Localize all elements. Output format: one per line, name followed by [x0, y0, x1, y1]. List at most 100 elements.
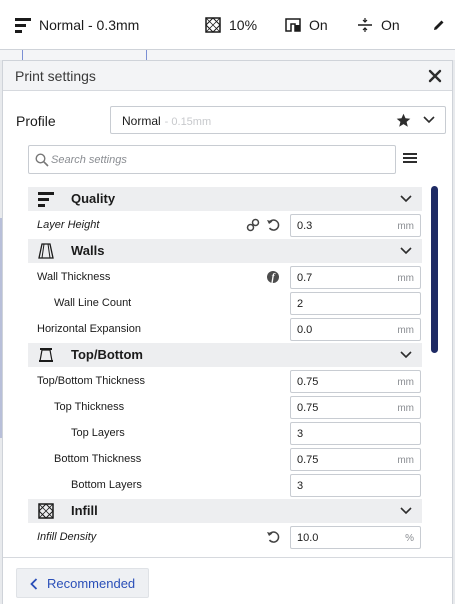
setting-layer-height: Layer Height 0.3 mm	[28, 213, 422, 237]
wall-line-count-input[interactable]: 2	[290, 292, 421, 315]
setting-top-bottom-thickness: Top/Bottom Thickness 0.75 mm	[28, 369, 422, 393]
profile-dropdown[interactable]: Normal - 0.15mm	[110, 106, 446, 134]
info-icon[interactable]: f	[266, 270, 280, 284]
hamburger-icon[interactable]	[403, 152, 417, 164]
setting-infill-density: Infill Density 10.0 %	[28, 525, 422, 549]
recommended-button[interactable]: Recommended	[16, 568, 149, 598]
wall-thickness-input[interactable]: 0.7 mm	[290, 266, 421, 289]
category-quality[interactable]: Quality	[28, 187, 422, 211]
adhesion-icon	[358, 18, 372, 32]
setting-label: Top/Bottom Thickness	[37, 375, 146, 387]
profile-layer-height: - 0.15mm	[164, 116, 212, 128]
field-value: 0.75	[297, 402, 319, 414]
reset-icon[interactable]	[266, 530, 280, 544]
profile-label: Normal - 0.3mm	[39, 17, 140, 33]
print-settings-panel: Print settings Profile Normal - 0.15mm S…	[2, 60, 453, 604]
field-value: 0.3	[297, 220, 313, 232]
field-value: 0.75	[297, 376, 319, 388]
top-toolbar: Normal - 0.3mm 10% On On	[0, 0, 455, 50]
field-value: 10.0	[297, 532, 319, 544]
top-bottom-thickness-input[interactable]: 0.75 mm	[290, 370, 421, 393]
settings-list: Quality Layer Height 0.3 mm Walls Wall T…	[28, 187, 422, 555]
top-layers-input[interactable]: 3	[290, 422, 421, 445]
layers-icon	[15, 18, 31, 33]
setting-horizontal-expansion: Horizontal Expansion 0.0 mm	[28, 317, 422, 341]
field-unit: mm	[397, 377, 414, 388]
chevron-left-icon	[30, 578, 38, 590]
panel-header: Print settings	[3, 61, 452, 91]
setting-label: Top Layers	[71, 427, 125, 439]
category-label: Top/Bottom	[71, 347, 143, 362]
walls-icon	[38, 243, 54, 259]
setting-bottom-thickness: Bottom Thickness 0.75 mm	[28, 447, 422, 471]
setting-label: Layer Height	[37, 219, 100, 231]
settings-scrollbar[interactable]	[431, 186, 438, 353]
support-label: On	[309, 17, 328, 33]
chevron-down-icon	[400, 195, 412, 203]
layer-height-input[interactable]: 0.3 mm	[290, 214, 421, 237]
field-value: 0.75	[297, 454, 319, 466]
setting-label: Bottom Thickness	[54, 453, 142, 465]
setting-top-layers: Top Layers 3	[28, 421, 422, 445]
top-thickness-input[interactable]: 0.75 mm	[290, 396, 421, 419]
chevron-down-icon	[400, 247, 412, 255]
layers-icon	[38, 192, 54, 207]
setting-label: Horizontal Expansion	[37, 323, 141, 335]
edit-button[interactable]	[433, 0, 445, 50]
field-unit: %	[405, 533, 414, 544]
pencil-icon	[434, 20, 444, 30]
field-unit: mm	[397, 403, 414, 414]
horizontal-expansion-input[interactable]: 0.0 mm	[290, 318, 421, 341]
infill-icon	[38, 503, 54, 519]
category-label: Walls	[71, 243, 105, 258]
profile-name-text: Normal	[122, 114, 161, 128]
chevron-down-icon	[400, 351, 412, 359]
panel-title: Print settings	[15, 68, 96, 84]
field-value: 3	[297, 480, 304, 492]
support-selector[interactable]: On	[285, 0, 328, 50]
recommended-label: Recommended	[47, 576, 136, 591]
search-input[interactable]	[51, 151, 381, 169]
infill-selector[interactable]: 10%	[205, 0, 257, 50]
top-bottom-icon	[39, 348, 53, 362]
setting-top-thickness: Top Thickness 0.75 mm	[28, 395, 422, 419]
viewport-line	[146, 50, 147, 60]
category-label: Quality	[71, 191, 116, 206]
setting-wall-thickness: Wall Thickness f 0.7 mm	[28, 265, 422, 289]
bottom-layers-input[interactable]: 3	[290, 474, 421, 497]
setting-label: Infill Density	[37, 531, 97, 543]
setting-label: Wall Thickness	[37, 271, 111, 283]
field-value: 2	[297, 298, 304, 310]
star-icon[interactable]	[396, 113, 411, 128]
infill-density-input[interactable]: 10.0 %	[290, 526, 421, 549]
infill-icon	[205, 17, 221, 33]
field-unit: mm	[397, 273, 414, 284]
reset-icon[interactable]	[266, 218, 280, 232]
category-label: Infill	[71, 503, 98, 518]
category-walls[interactable]: Walls	[28, 239, 422, 263]
profile-label: Profile	[16, 113, 56, 129]
setting-bottom-layers: Bottom Layers 3	[28, 473, 422, 497]
print-profile-selector[interactable]: Normal - 0.3mm	[15, 0, 139, 50]
chevron-down-icon	[423, 116, 435, 124]
search-icon	[35, 153, 49, 167]
link-icon[interactable]	[246, 218, 260, 232]
category-top-bottom[interactable]: Top/Bottom	[28, 343, 422, 367]
field-value: 3	[297, 428, 304, 440]
bottom-thickness-input[interactable]: 0.75 mm	[290, 448, 421, 471]
setting-label: Wall Line Count	[54, 297, 132, 309]
adhesion-selector[interactable]: On	[357, 0, 400, 50]
close-icon[interactable]	[426, 67, 444, 85]
viewport-line	[22, 50, 23, 60]
field-value: 0.7	[297, 272, 313, 284]
profile-name: Normal - 0.15mm	[122, 114, 211, 128]
panel-footer: Recommended	[3, 557, 452, 604]
viewport-background	[0, 50, 455, 60]
support-icon	[285, 18, 301, 32]
category-infill[interactable]: Infill	[28, 499, 422, 523]
field-value: 0.0	[297, 324, 313, 336]
search-box	[28, 145, 396, 174]
infill-label: 10%	[229, 17, 258, 33]
chevron-down-icon	[400, 507, 412, 515]
setting-wall-line-count: Wall Line Count 2	[28, 291, 422, 315]
